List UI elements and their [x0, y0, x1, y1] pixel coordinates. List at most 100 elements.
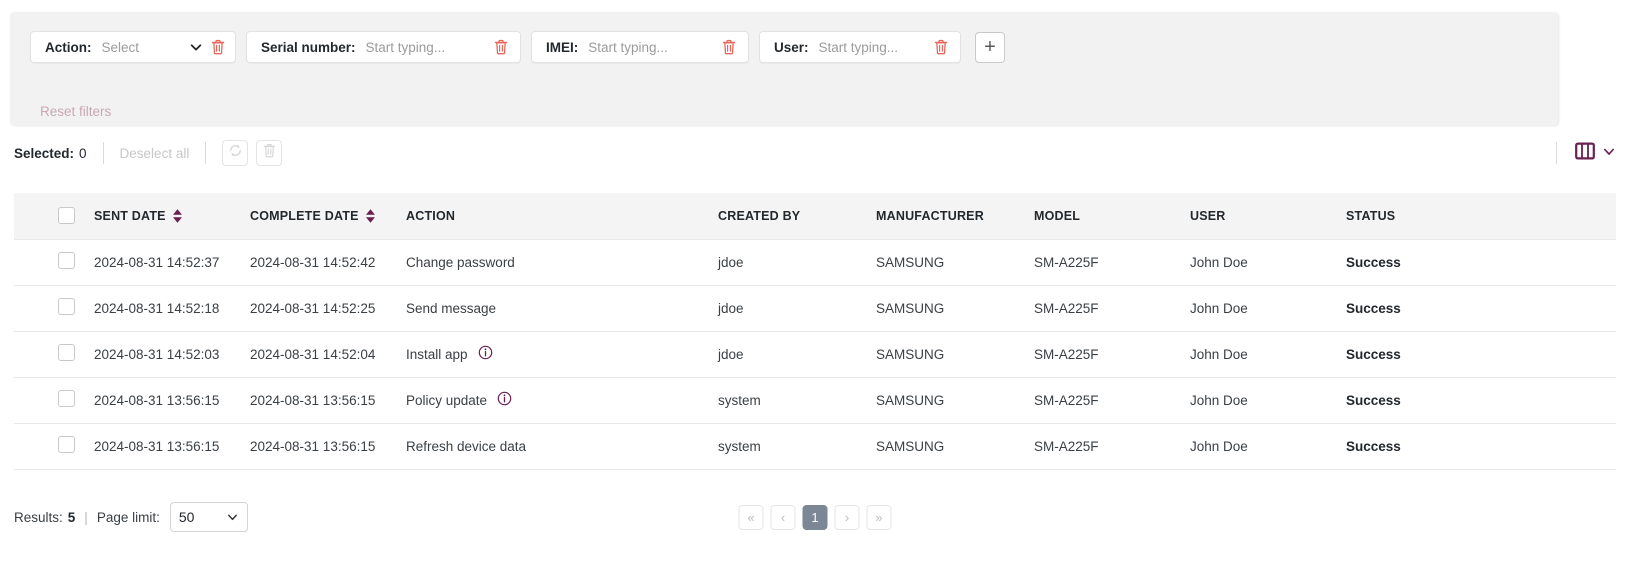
cell-sent-date: 2024-08-31 14:52:18	[80, 285, 236, 332]
cell-status: Success	[1332, 377, 1616, 424]
toolbar-divider	[102, 142, 104, 164]
column-header-checkbox	[14, 193, 80, 239]
filter-chip-serial-number[interactable]: Serial number: Start typing...	[246, 31, 521, 63]
cell-value: jdoe	[718, 254, 744, 270]
table-row[interactable]: 2024-08-31 13:56:15 2024-08-31 13:56:15 Re…	[14, 423, 1616, 470]
row-checkbox-cell	[14, 423, 80, 470]
selected-count-value: 0	[79, 145, 87, 161]
filter-chip-user[interactable]: User: Start typing...	[759, 31, 961, 63]
last-page[interactable]: »	[866, 504, 892, 530]
status-badge: Success	[1346, 300, 1401, 316]
cell-sent-date: 2024-08-31 13:56:15	[80, 423, 236, 470]
cell-created-by: jdoe	[704, 331, 862, 378]
delete-selected-button[interactable]	[256, 140, 283, 166]
row-checkbox[interactable]	[58, 252, 75, 269]
filter-panel: Action: Select Serial number: Start typi…	[10, 12, 1558, 125]
table-toolbar: Selected: 0 Deselect all	[0, 133, 1630, 173]
cell-value: 2024-08-31 14:52:03	[94, 346, 220, 362]
column-settings-button[interactable]	[1575, 142, 1616, 165]
column-header-manufacturer: MANUFACTURER	[862, 193, 1020, 239]
chevron-down-icon[interactable]	[189, 39, 203, 55]
cell-value: 2024-08-31 14:52:42	[250, 254, 376, 270]
deselect-all-button[interactable]: Deselect all	[120, 146, 190, 161]
page-1[interactable]: 1	[802, 504, 828, 530]
select-all-checkbox[interactable]	[58, 207, 75, 225]
table-body: 2024-08-31 14:52:37 2024-08-31 14:52:42 Ch…	[14, 238, 1616, 470]
row-checkbox-cell	[14, 377, 80, 424]
column-header-action: ACTION	[392, 193, 704, 239]
trash-icon[interactable]	[490, 36, 512, 58]
trash-icon[interactable]	[930, 36, 952, 58]
filter-value-action: Select	[101, 39, 140, 55]
add-filter-button[interactable]: +	[975, 31, 1005, 63]
column-header-sent-date[interactable]: SENT DATE	[80, 193, 236, 239]
cell-value: John Doe	[1190, 300, 1248, 316]
cell-user: John Doe	[1176, 238, 1332, 286]
column-label-sent-date: SENT DATE	[94, 208, 166, 223]
info-icon[interactable]	[478, 345, 493, 363]
cell-value: SM-A225F	[1034, 300, 1099, 316]
cell-value: 2024-08-31 13:56:15	[94, 392, 220, 408]
toolbar-divider	[1556, 142, 1557, 164]
footer-separator: |	[84, 509, 88, 525]
row-checkbox-cell	[14, 331, 80, 378]
filter-label-imei: IMEI:	[546, 39, 579, 55]
column-label-complete-date: COMPLETE DATE	[250, 208, 359, 223]
column-label-user: USER	[1190, 208, 1226, 223]
table-row[interactable]: 2024-08-31 14:52:18 2024-08-31 14:52:25 Se…	[14, 285, 1616, 332]
columns-icon	[1575, 142, 1595, 165]
page-limit-label: Page limit:	[96, 509, 160, 525]
cell-status: Success	[1332, 331, 1616, 378]
cell-value: system	[718, 438, 761, 454]
table-row[interactable]: 2024-08-31 13:56:15 2024-08-31 13:56:15 Po…	[14, 377, 1616, 424]
filter-label-serial-number: Serial number:	[261, 39, 356, 55]
refresh-button[interactable]	[222, 140, 249, 166]
cell-action: Refresh device data	[392, 423, 704, 470]
cell-value: Policy update	[406, 392, 488, 408]
filter-value-serial-number: Start typing...	[365, 39, 446, 55]
filter-chip-imei[interactable]: IMEI: Start typing...	[531, 31, 749, 63]
footer-left-group: Results: 5 | Page limit: 50	[14, 492, 248, 542]
table-row[interactable]: 2024-08-31 14:52:03 2024-08-31 14:52:04 In…	[14, 331, 1616, 378]
reset-filters-link[interactable]: Reset filters	[40, 104, 111, 119]
sort-arrows-icon[interactable]	[365, 209, 375, 223]
table-row[interactable]: 2024-08-31 14:52:37 2024-08-31 14:52:42 Ch…	[14, 238, 1616, 286]
column-header-status: STATUS	[1332, 193, 1616, 239]
page-limit-select[interactable]: 50	[169, 502, 248, 532]
cell-manufacturer: SAMSUNG	[862, 331, 1020, 378]
column-label-status: STATUS	[1346, 208, 1396, 223]
row-checkbox[interactable]	[58, 436, 75, 453]
cell-value: John Doe	[1190, 438, 1248, 454]
trash-icon[interactable]	[718, 36, 740, 58]
filter-label-user: User:	[774, 39, 809, 55]
filter-chip-action[interactable]: Action: Select	[30, 31, 236, 63]
cell-value: Send message	[406, 300, 497, 316]
cell-action: Install app	[392, 331, 704, 378]
cell-value: SAMSUNG	[876, 392, 945, 408]
cell-user: John Doe	[1176, 377, 1332, 424]
info-icon[interactable]	[497, 391, 512, 409]
cell-manufacturer: SAMSUNG	[862, 377, 1020, 424]
cell-value: SM-A225F	[1034, 392, 1099, 408]
first-page[interactable]: «	[738, 504, 764, 530]
next-page[interactable]: ›	[834, 504, 860, 530]
row-checkbox[interactable]	[58, 390, 75, 407]
pagination: «‹ 1 ›»	[738, 492, 892, 542]
row-checkbox[interactable]	[58, 298, 75, 315]
trash-icon[interactable]	[209, 36, 227, 58]
page-limit-value: 50	[178, 509, 195, 525]
cell-value: SM-A225F	[1034, 346, 1099, 362]
chevron-down-icon	[226, 509, 239, 525]
prev-page[interactable]: ‹	[770, 504, 796, 530]
sort-arrows-icon[interactable]	[172, 209, 182, 223]
column-header-complete-date[interactable]: COMPLETE DATE	[236, 193, 392, 239]
results-label: Results:	[14, 509, 63, 525]
cell-model: SM-A225F	[1020, 238, 1176, 286]
cell-action: Policy update	[392, 377, 704, 424]
cell-value: jdoe	[718, 346, 744, 362]
cell-value: 2024-08-31 14:52:37	[94, 254, 220, 270]
column-label-manufacturer: MANUFACTURER	[876, 208, 984, 223]
cell-created-by: jdoe	[704, 238, 862, 286]
selected-count-text: Selected: 0	[14, 146, 87, 161]
row-checkbox[interactable]	[58, 344, 75, 361]
